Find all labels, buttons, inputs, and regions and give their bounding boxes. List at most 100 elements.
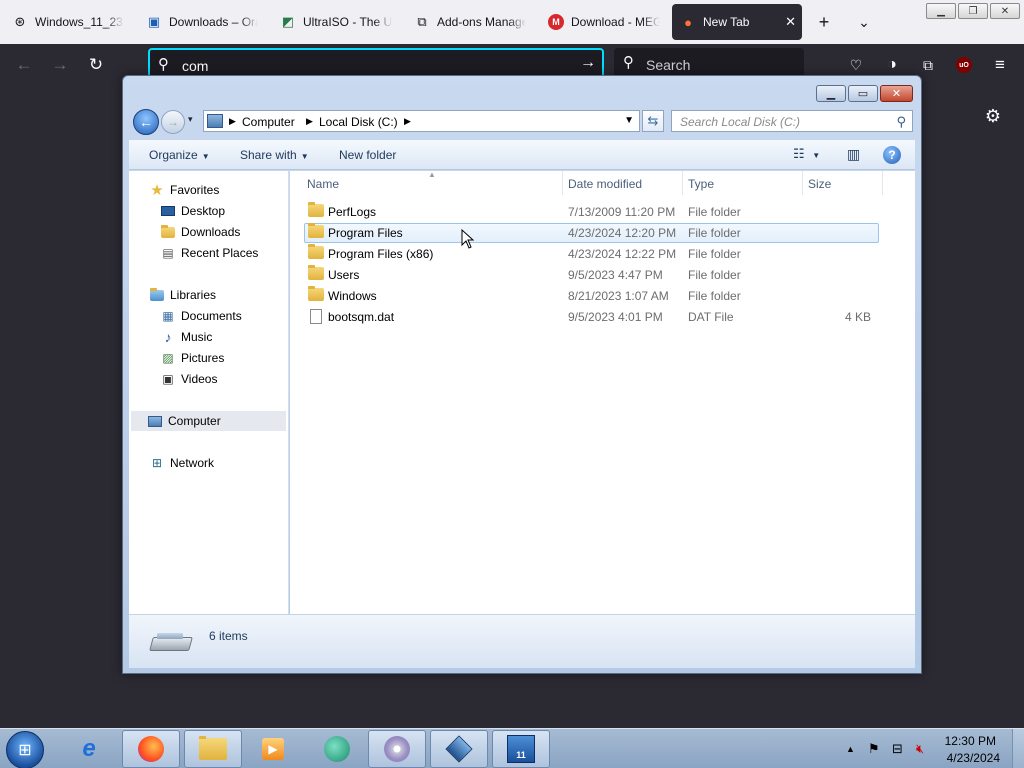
- preview-pane-icon[interactable]: ▥: [847, 146, 860, 163]
- refresh-button[interactable]: ⇆: [642, 110, 664, 132]
- media-player-icon[interactable]: ▶: [244, 730, 302, 768]
- volume-muted-icon[interactable]: 🔇︎: [916, 741, 924, 757]
- nav-libraries[interactable]: Libraries: [149, 285, 216, 305]
- internet-explorer-icon[interactable]: e: [60, 730, 118, 768]
- explorer-minimize-button[interactable]: ▁: [816, 85, 846, 102]
- table-row[interactable]: bootsqm.dat 9/5/2023 4:01 PM DAT File 4 …: [304, 307, 879, 327]
- file-name: bootsqm.dat: [328, 310, 395, 324]
- file-explorer-icon[interactable]: [184, 730, 242, 768]
- view-options-icon[interactable]: ☷ ▼: [793, 146, 820, 162]
- recent-pages-chevron-icon[interactable]: ▾: [188, 114, 193, 125]
- firefox-icon: ●: [684, 14, 692, 30]
- tab-addons-manager[interactable]: ⧉ Add-ons Manage: [406, 4, 534, 40]
- table-row[interactable]: PerfLogs 7/13/2009 11:20 PM File folder: [304, 202, 879, 222]
- new-tab-button[interactable]: +: [812, 11, 836, 33]
- network-tray-icon[interactable]: ⊟: [892, 741, 903, 757]
- url-input[interactable]: com: [182, 58, 208, 74]
- nav-recent-places[interactable]: ▤ Recent Places: [160, 243, 258, 263]
- chevron-down-icon[interactable]: ▼: [624, 115, 634, 126]
- folder-icon: [308, 244, 324, 260]
- back-button[interactable]: ←: [13, 54, 35, 76]
- nav-videos[interactable]: ▣ Videos: [160, 369, 217, 389]
- column-date-modified[interactable]: Date modified: [568, 177, 642, 191]
- tab-download-mega[interactable]: M Download - MEG: [540, 4, 668, 40]
- table-row[interactable]: Windows 8/21/2023 1:07 AM File folder: [304, 286, 879, 306]
- restore-button[interactable]: ❐: [958, 3, 988, 19]
- folder-icon: [308, 202, 324, 218]
- downloads-folder-icon: [160, 224, 176, 240]
- new-folder-button[interactable]: New folder: [339, 148, 396, 162]
- nav-network[interactable]: ⊞ Network: [149, 453, 214, 473]
- tab-label: Add-ons Manage: [437, 15, 526, 29]
- clock-date[interactable]: 4/23/2024: [947, 751, 1000, 765]
- browser-icon[interactable]: [308, 730, 366, 768]
- file-size: 4 KB: [844, 310, 871, 324]
- system-tray: ▲ ⚑ ⊟ 🔇︎ 12:30 PM 4/23/2024: [824, 729, 1024, 768]
- nav-desktop[interactable]: Desktop: [160, 201, 225, 221]
- minimize-button[interactable]: ▁: [926, 3, 956, 19]
- close-tab-icon[interactable]: ✕: [785, 14, 796, 30]
- column-size[interactable]: Size: [808, 177, 831, 191]
- nav-pictures[interactable]: ▨ Pictures: [160, 348, 224, 368]
- reload-button[interactable]: ↻: [85, 54, 107, 76]
- table-row[interactable]: Program Files (x86) 4/23/2024 12:22 PM F…: [304, 244, 879, 264]
- share-with-button[interactable]: Share with ▼: [240, 148, 309, 162]
- videos-icon: ▣: [162, 372, 174, 386]
- explorer-maximize-button[interactable]: ▭: [848, 85, 878, 102]
- taskbar: ⊞ e ▶ 11 ▲ ⚑ ⊟ 🔇︎ 12:30 PM 4/23/2024: [0, 728, 1024, 768]
- tab-new-tab[interactable]: ● New Tab ✕: [672, 4, 802, 40]
- forward-button[interactable]: →: [49, 54, 71, 76]
- file-icon: [308, 309, 324, 324]
- nav-computer[interactable]: Computer: [131, 411, 286, 431]
- show-hidden-icons-icon[interactable]: ▲: [846, 744, 855, 754]
- address-bar[interactable]: ▶ Computer ▶ Local Disk (C:) ▶ ▼: [203, 110, 640, 132]
- nav-documents[interactable]: ▦ Documents: [160, 306, 241, 326]
- start-button[interactable]: ⊞: [6, 731, 44, 768]
- file-name: Windows: [328, 289, 377, 303]
- recent-places-icon: ▤: [162, 246, 174, 260]
- list-all-tabs-button[interactable]: ⌄: [852, 11, 876, 33]
- clock-time[interactable]: 12:30 PM: [945, 734, 996, 748]
- show-desktop-button[interactable]: [1012, 729, 1024, 768]
- windows11-installer-icon[interactable]: 11: [492, 730, 550, 768]
- tab-windows-11[interactable]: ⊛ Windows_11_23H: [4, 4, 132, 40]
- nav-favorites[interactable]: ★ Favorites: [149, 180, 219, 200]
- dvd-icon[interactable]: [368, 730, 426, 768]
- file-date: 9/5/2023 4:47 PM: [568, 268, 663, 282]
- table-row[interactable]: Program Files 4/23/2024 12:20 PM File fo…: [304, 223, 879, 243]
- tab-downloads-oracle[interactable]: ▣ Downloads – Ora: [138, 4, 266, 40]
- column-name[interactable]: Name: [307, 177, 339, 191]
- breadcrumb-local-disk[interactable]: Local Disk (C:): [319, 115, 398, 129]
- organize-button[interactable]: Organize ▼: [149, 148, 210, 162]
- back-arrow-icon[interactable]: ←: [133, 109, 159, 135]
- folder-icon: [308, 265, 324, 281]
- firefox-icon[interactable]: [122, 730, 180, 768]
- menu-icon[interactable]: ≡: [989, 54, 1011, 76]
- windows-logo-icon: ⊞: [18, 742, 32, 759]
- libraries-icon: [149, 287, 165, 303]
- ublock-origin-icon[interactable]: uO: [953, 54, 975, 76]
- nav-music[interactable]: ♪ Music: [160, 327, 213, 347]
- go-arrow-icon[interactable]: →: [580, 54, 596, 72]
- help-icon[interactable]: ?: [883, 146, 901, 164]
- extensions-icon[interactable]: ⧉: [917, 54, 939, 76]
- pocket-icon[interactable]: ♡: [845, 54, 867, 76]
- navigation-pane: ★ Favorites Desktop Downloads ▤ Recent Pla…: [129, 171, 289, 614]
- file-date: 9/5/2023 4:01 PM: [568, 310, 663, 324]
- gear-icon[interactable]: ⚙: [982, 105, 1004, 127]
- file-type: File folder: [688, 247, 741, 261]
- explorer-close-button[interactable]: ✕: [880, 85, 913, 102]
- tab-ultraiso[interactable]: ◩ UltraISO - The Ul: [272, 4, 400, 40]
- close-window-button[interactable]: ✕: [990, 3, 1020, 19]
- explorer-search-box[interactable]: Search Local Disk (C:) ⚲: [671, 110, 913, 132]
- virtualbox-icon[interactable]: [430, 730, 488, 768]
- sync-icon[interactable]: ◑: [881, 54, 903, 76]
- column-type[interactable]: Type: [688, 177, 714, 191]
- breadcrumb-computer[interactable]: Computer: [242, 115, 295, 129]
- nav-downloads[interactable]: Downloads: [160, 222, 240, 242]
- command-bar: Organize ▼ Share with ▼ New folder ☷ ▼ ▥ ?: [129, 140, 915, 170]
- forward-arrow-icon[interactable]: →: [161, 110, 185, 134]
- action-center-flag-icon[interactable]: ⚑: [868, 741, 880, 757]
- table-row[interactable]: Users 9/5/2023 4:47 PM File folder: [304, 265, 879, 285]
- sort-arrow-icon: ▲: [428, 170, 436, 179]
